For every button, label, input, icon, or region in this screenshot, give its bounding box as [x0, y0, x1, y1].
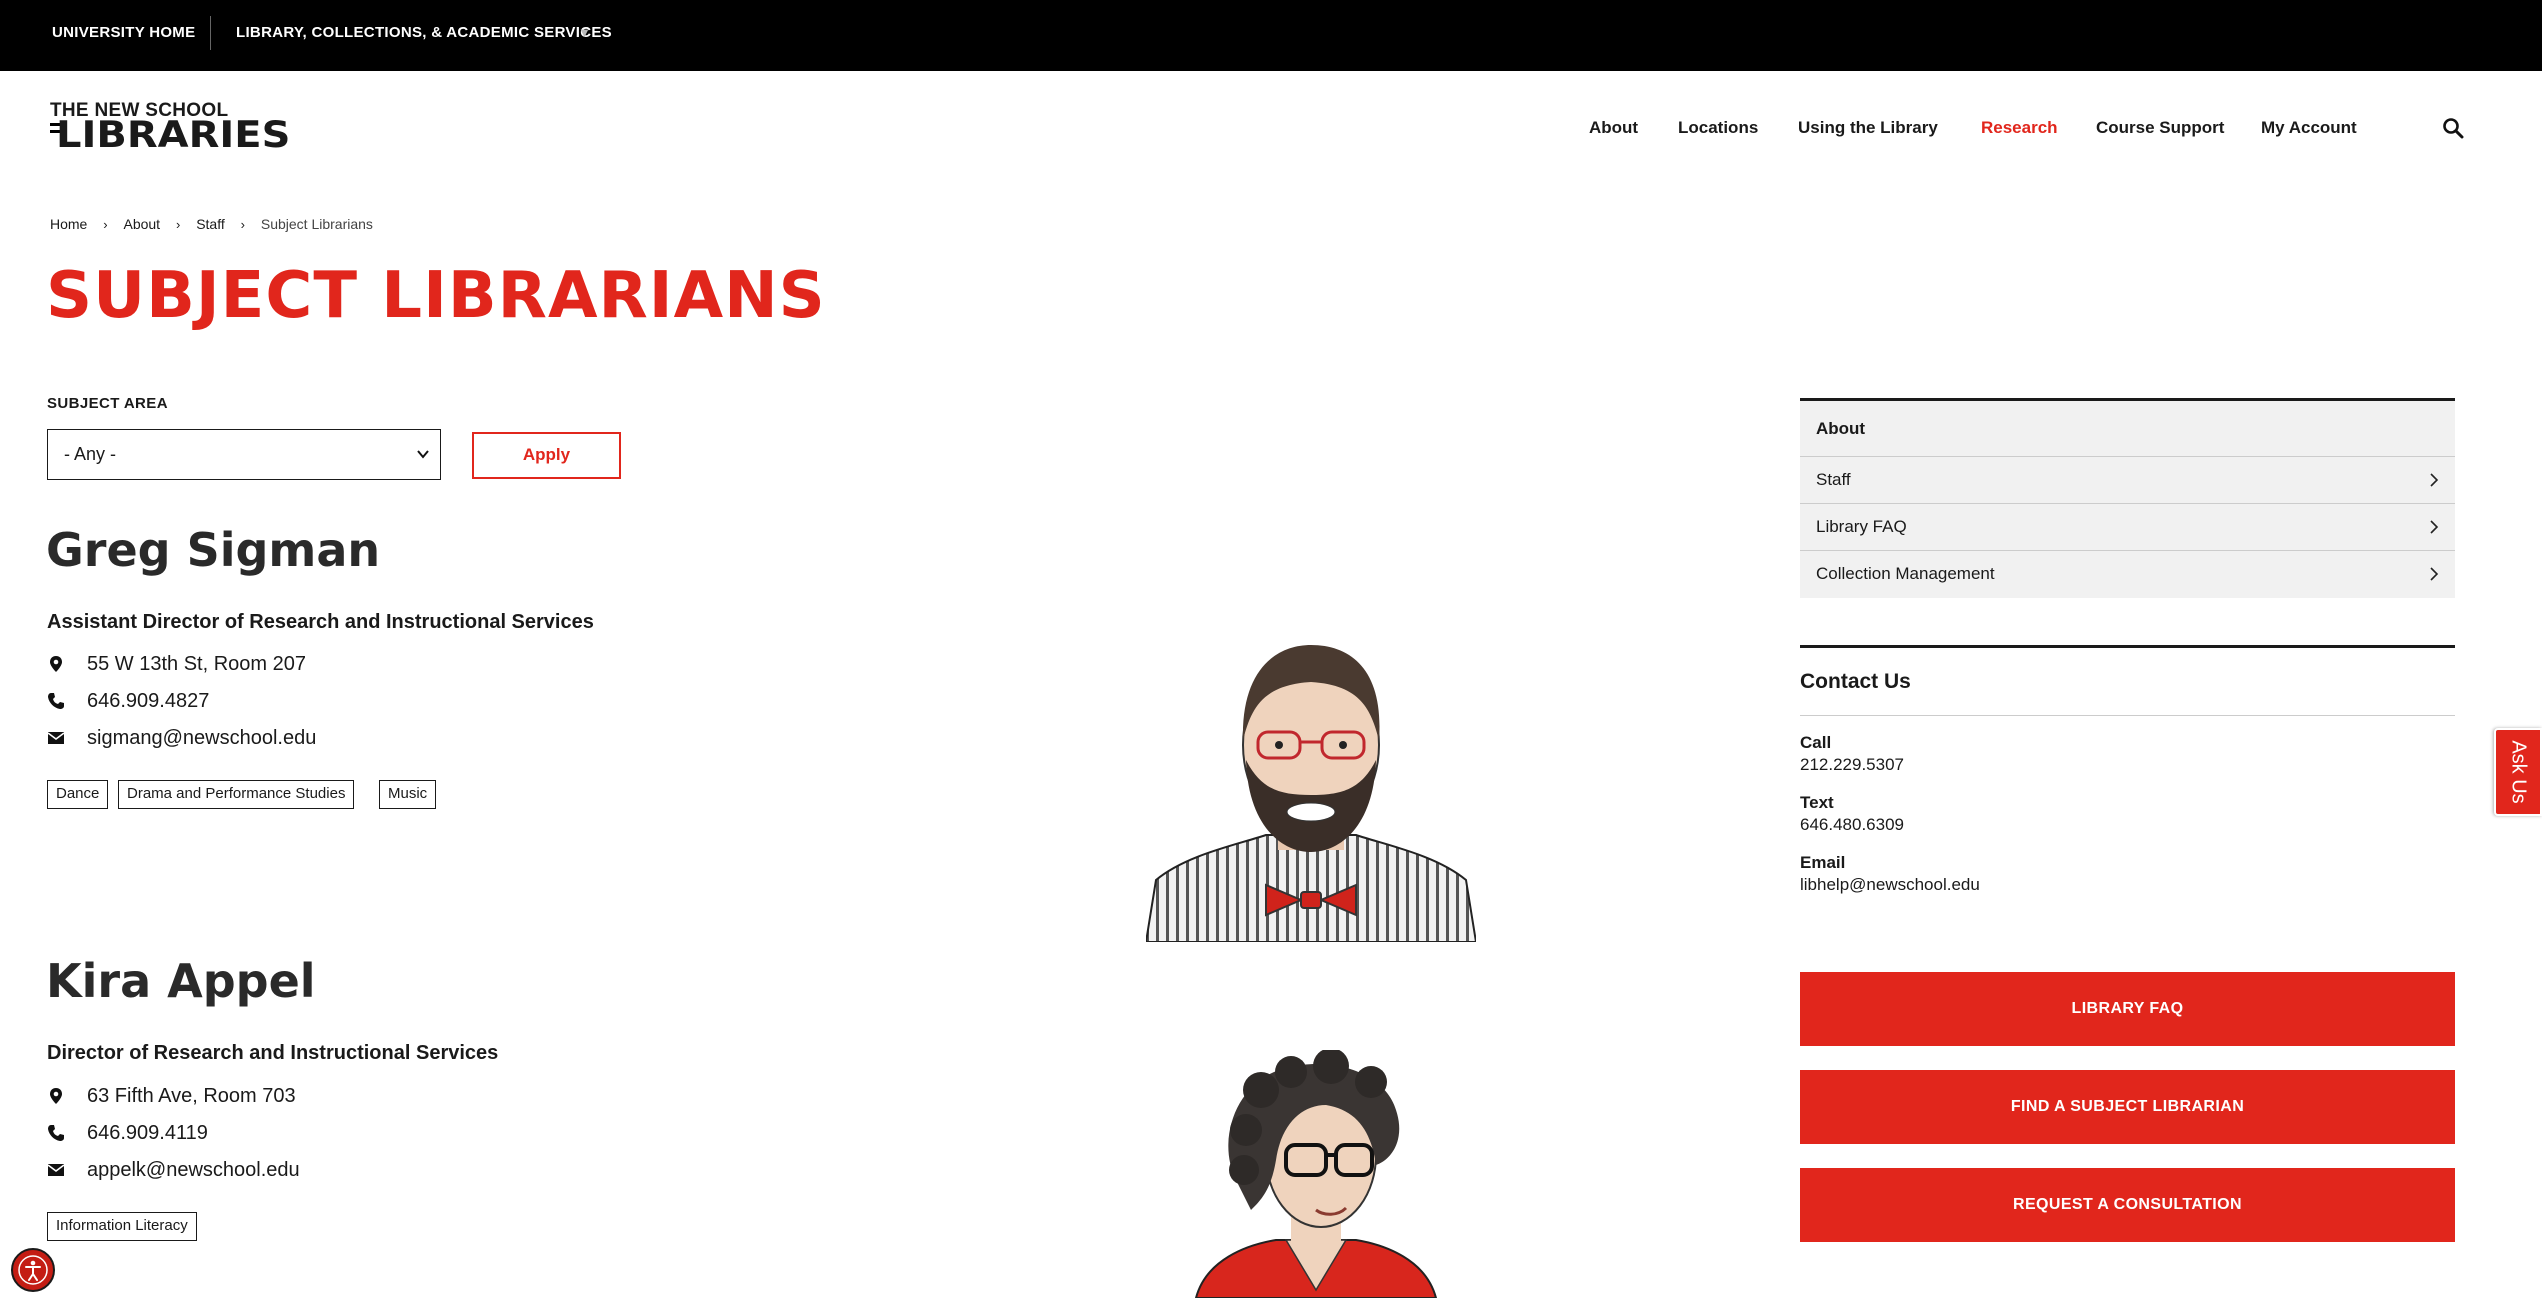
breadcrumb-current: Subject Librarians	[260, 216, 373, 232]
breadcrumb-separator: ›	[103, 217, 108, 232]
staff-portrait	[1194, 1050, 1438, 1298]
subject-tag[interactable]: Dance	[47, 780, 109, 809]
chevron-right-icon	[2430, 567, 2439, 581]
breadcrumb-home[interactable]: Home	[50, 212, 87, 236]
chevron-right-icon	[2430, 520, 2439, 534]
call-label: Call	[1800, 733, 1832, 752]
text-label: Text	[1800, 793, 1834, 812]
ask-us-tab[interactable]: Ask Us	[2494, 728, 2542, 816]
staff-portrait	[1146, 645, 1476, 942]
accessibility-figure-icon	[18, 1255, 48, 1285]
library-faq-button[interactable]: LIBRARY FAQ	[1800, 972, 2455, 1046]
envelope-icon	[47, 1164, 65, 1176]
nav-course-support[interactable]: Course Support	[2096, 114, 2224, 142]
subject-area-label: SUBJECT AREA	[47, 395, 168, 412]
email-value[interactable]: libhelp@newschool.edu	[1800, 875, 1980, 895]
ask-us-label: Ask Us	[2507, 740, 2530, 804]
site-logo[interactable]: THE NEW SCHOOL LIBRARIES	[50, 101, 300, 157]
search-icon[interactable]	[2442, 117, 2464, 139]
contact-us-box: Contact Us Call 212.229.5307 Text 646.48…	[1800, 645, 2455, 894]
sidebar-item-staff[interactable]: Staff	[1800, 457, 2455, 504]
nav-using-the-library[interactable]: Using the Library	[1798, 114, 1938, 142]
request-consultation-button[interactable]: REQUEST A CONSULTATION	[1800, 1168, 2455, 1242]
contact-heading: Contact Us	[1800, 648, 2455, 716]
email-label: Email	[1800, 853, 1846, 872]
staff-name: Greg Sigman	[46, 523, 381, 577]
map-marker-icon	[50, 656, 62, 672]
chevron-right-icon	[2430, 473, 2439, 487]
envelope-icon	[47, 732, 65, 744]
breadcrumb-separator: ›	[175, 217, 181, 232]
text-value[interactable]: 646.480.6309	[1800, 815, 1904, 835]
chevron-down-icon[interactable]: ▼	[578, 0, 591, 66]
utility-divider	[210, 16, 211, 50]
page-title: SUBJECT LIBRARIANS	[46, 259, 826, 333]
breadcrumb-about[interactable]: About	[123, 212, 160, 236]
nav-locations[interactable]: Locations	[1678, 114, 1758, 142]
subject-area-select[interactable]: - Any -	[47, 429, 441, 480]
nav-research[interactable]: Research	[1981, 114, 2058, 142]
nav-about[interactable]: About	[1589, 114, 1638, 142]
library-services-menu[interactable]: LIBRARY, COLLECTIONS, & ACADEMIC SERVICE…	[236, 0, 612, 66]
subject-area-value: - Any -	[64, 444, 117, 464]
apply-button[interactable]: Apply	[472, 432, 621, 479]
utility-bar: UNIVERSITY HOME LIBRARY, COLLECTIONS, & …	[0, 0, 2542, 71]
breadcrumb-staff[interactable]: Staff	[196, 212, 225, 236]
breadcrumb: Home › About › Staff › Subject Librarian…	[50, 212, 373, 236]
chevron-down-icon	[417, 450, 429, 459]
subject-tag[interactable]: Music	[379, 780, 437, 809]
staff-title: Assistant Director of Research and Instr…	[47, 611, 594, 633]
university-home-link[interactable]: UNIVERSITY HOME	[52, 0, 195, 66]
staff-name: Kira Appel	[46, 954, 316, 1008]
logo-line-2: LIBRARIES	[56, 114, 291, 157]
find-subject-librarian-button[interactable]: FIND A SUBJECT LIBRARIAN	[1800, 1070, 2455, 1144]
sidebar-nav: About Staff Library FAQ Collection Manag…	[1800, 398, 2455, 598]
phone-icon	[48, 693, 64, 709]
breadcrumb-separator: ›	[240, 217, 245, 232]
accessibility-icon[interactable]	[11, 1248, 55, 1292]
nav-my-account[interactable]: My Account	[2261, 114, 2357, 142]
sidebar-item-collection-management[interactable]: Collection Management	[1800, 551, 2455, 598]
call-value[interactable]: 212.229.5307	[1800, 755, 1904, 775]
sidebar-item-library-faq[interactable]: Library FAQ	[1800, 504, 2455, 551]
staff-title: Director of Research and Instructional S…	[47, 1042, 499, 1064]
phone-icon	[48, 1125, 64, 1141]
map-marker-icon	[50, 1088, 62, 1104]
subject-tag[interactable]: Drama and Performance Studies	[118, 780, 355, 809]
subject-tag[interactable]: Information Literacy	[47, 1212, 197, 1241]
sidebar-heading[interactable]: About	[1800, 401, 2455, 457]
